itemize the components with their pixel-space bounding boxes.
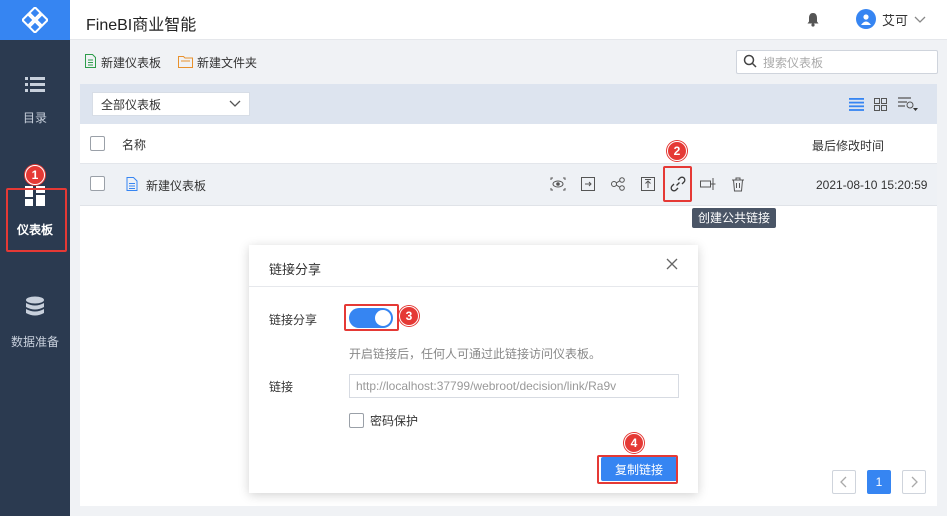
new-folder-label: 新建文件夹	[197, 56, 258, 70]
push-icon[interactable]	[700, 176, 716, 192]
search-input[interactable]: 搜索仪表板	[736, 50, 938, 74]
callout-box-1	[6, 188, 67, 252]
sort-filter-icon[interactable]	[897, 96, 919, 115]
export-icon[interactable]	[580, 176, 596, 192]
view-switcher	[849, 96, 919, 115]
sidebar-item-catalog[interactable]: 目录	[0, 76, 70, 126]
callout-badge-1: 1	[25, 165, 45, 185]
new-dashboard-button[interactable]: 新建仪表板	[84, 54, 161, 71]
toolbar: 新建仪表板 新建文件夹 搜索仪表板	[70, 40, 947, 84]
chevron-left-icon	[840, 476, 847, 488]
share-icon[interactable]	[610, 176, 626, 192]
callout-badge-2: 2	[667, 141, 687, 161]
column-header-name: 名称	[122, 138, 147, 152]
user-menu[interactable]: 艾可	[856, 9, 926, 29]
row-name[interactable]: 新建仪表板	[126, 177, 206, 194]
finebi-logo-icon	[22, 7, 48, 33]
logo[interactable]	[0, 0, 70, 40]
new-folder-button[interactable]: 新建文件夹	[178, 54, 257, 71]
search-placeholder: 搜索仪表板	[763, 55, 824, 70]
new-dashboard-label: 新建仪表板	[101, 56, 162, 70]
select-all-checkbox[interactable]	[90, 136, 105, 151]
password-protect-option[interactable]: 密码保护	[349, 412, 418, 429]
share-toggle-label: 链接分享	[269, 313, 318, 327]
new-document-icon	[84, 54, 97, 71]
dialog-header: 链接分享	[249, 245, 698, 287]
sidebar-item-label: 数据准备	[10, 335, 59, 349]
row-name-label: 新建仪表板	[146, 179, 207, 193]
dialog-title: 链接分享	[269, 262, 322, 277]
avatar	[856, 9, 876, 29]
user-name: 艾可	[882, 12, 909, 28]
list-icon	[25, 76, 45, 97]
password-protect-label: 密码保护	[370, 414, 419, 428]
dashboard-file-icon	[126, 177, 138, 194]
link-label: 链接	[269, 380, 294, 394]
link-field[interactable]	[349, 374, 679, 398]
sidebar: 目录 仪表板 数据准备	[0, 0, 70, 516]
folder-icon	[178, 55, 193, 71]
share-hint: 开启链接后，任何人可通过此链接访问仪表板。	[349, 347, 602, 361]
row-checkbox[interactable]	[90, 176, 105, 191]
header: FineBI商业智能 艾可	[70, 0, 947, 40]
sidebar-item-label: 目录	[22, 111, 47, 125]
next-page-button[interactable]	[902, 470, 926, 494]
close-icon[interactable]	[666, 258, 678, 273]
column-header-time: 最后修改时间	[812, 139, 885, 153]
password-protect-checkbox[interactable]	[349, 413, 364, 428]
chevron-down-icon	[914, 12, 926, 27]
callout-badge-3: 3	[399, 306, 419, 326]
row-modified-time: 2021-08-10 15:20:59	[816, 178, 928, 192]
database-icon	[25, 296, 45, 321]
callout-box-3	[344, 304, 399, 331]
callout-box-2	[663, 166, 692, 202]
callout-badge-4: 4	[624, 433, 644, 453]
app-title: FineBI商业智能	[86, 17, 197, 34]
filter-selected-value: 全部仪表板	[101, 97, 162, 112]
preview-icon[interactable]	[550, 176, 566, 192]
search-icon	[743, 54, 757, 71]
callout-box-4	[597, 455, 678, 484]
chevron-down-icon	[229, 97, 241, 111]
filter-bar: 全部仪表板	[80, 84, 937, 124]
bell-icon[interactable]	[806, 12, 820, 30]
chevron-right-icon	[911, 476, 918, 488]
dashboard-filter-select[interactable]: 全部仪表板	[92, 92, 250, 116]
page-number-button[interactable]: 1	[867, 470, 891, 494]
prev-page-button[interactable]	[832, 470, 856, 494]
table-header: 名称 最后修改时间	[80, 124, 937, 164]
public-link-tooltip: 创建公共链接	[692, 208, 777, 228]
sidebar-item-data-prep[interactable]: 数据准备	[0, 296, 70, 350]
delete-icon[interactable]	[730, 176, 746, 192]
list-view-icon[interactable]	[849, 97, 864, 114]
grid-view-icon[interactable]	[874, 97, 887, 114]
table-row[interactable]: 新建仪表板 2021-08-10 15:20:59	[80, 164, 937, 206]
publish-icon[interactable]	[640, 176, 656, 192]
row-actions	[550, 176, 746, 192]
